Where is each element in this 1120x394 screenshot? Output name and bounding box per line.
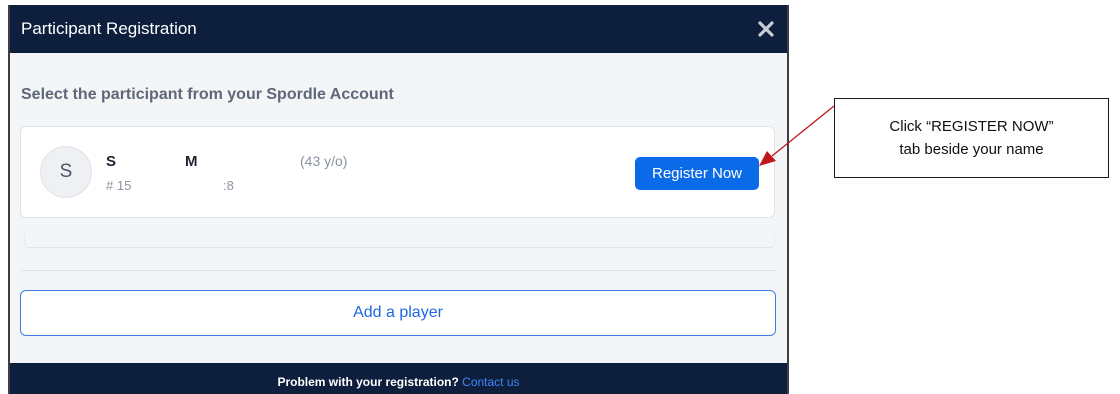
contact-us-link[interactable]: Contact us bbox=[462, 375, 519, 389]
participant-last-name: M bbox=[185, 153, 198, 170]
instruction-callout: Click “REGISTER NOW” tab beside your nam… bbox=[834, 98, 1109, 178]
avatar: S bbox=[40, 146, 92, 198]
member-number-prefix: # 15 bbox=[106, 178, 132, 193]
participant-first-name: S bbox=[106, 153, 117, 170]
participant-card: S S M (43 y/o) # 15 :8 Register Now bbox=[20, 126, 775, 218]
add-player-button[interactable]: Add a player bbox=[20, 290, 776, 336]
select-participant-heading: Select the participant from your Spordle… bbox=[21, 86, 394, 103]
member-number-suffix: :8 bbox=[223, 178, 234, 193]
callout-line-2: tab beside your name bbox=[899, 141, 1044, 158]
divider bbox=[21, 270, 776, 271]
footer-problem-text: Problem with your registration? bbox=[277, 375, 459, 389]
footer-message: Problem with your registration? Contact … bbox=[10, 375, 787, 389]
secondary-participant-card bbox=[24, 233, 775, 248]
participant-age: (43 y/o) bbox=[300, 153, 348, 169]
modal-title: Participant Registration bbox=[21, 19, 197, 38]
callout-line-1: Click “REGISTER NOW” bbox=[889, 118, 1054, 135]
register-now-button[interactable]: Register Now bbox=[635, 157, 759, 190]
modal-header: Participant Registration bbox=[10, 5, 787, 53]
registration-modal: Participant Registration Select the part… bbox=[8, 5, 789, 394]
close-icon[interactable] bbox=[757, 20, 775, 38]
modal-footer: Problem with your registration? Contact … bbox=[10, 363, 787, 394]
